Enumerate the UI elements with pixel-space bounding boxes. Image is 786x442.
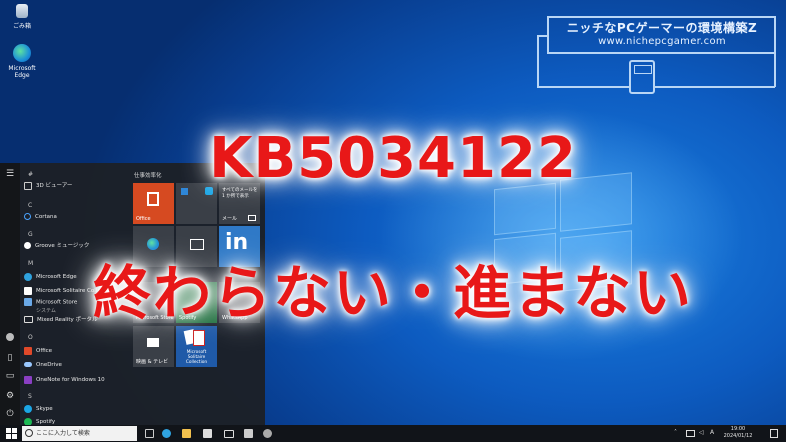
app-item-skype[interactable]: Skype [24, 403, 53, 415]
pictures-icon[interactable]: ▭ [5, 371, 15, 381]
app-label: OneDrive [36, 362, 62, 368]
tile-label: Microsoft Solitaire Collection [185, 350, 208, 365]
taskbar-search-box[interactable]: ここに入力して検索 [22, 426, 137, 441]
watermark-line [537, 35, 539, 87]
watermark-url: www.nichepcgamer.com [598, 36, 726, 47]
spotify-icon [24, 417, 32, 425]
app-icon[interactable] [263, 429, 272, 438]
document-icon[interactable]: ▯ [5, 353, 15, 363]
windows-start-icon[interactable] [6, 428, 17, 439]
app-list-header[interactable]: C [28, 202, 32, 209]
watermark-title: ニッチなPCゲーマーの環境構築Z [566, 21, 758, 35]
watermark-line [774, 54, 776, 87]
app-label: Cortana [35, 214, 57, 220]
system-tray: ˄ ◁ A 19:00 2024/01/12 [658, 425, 778, 442]
desktop-icon-edge[interactable]: Microsoft Edge [0, 44, 44, 79]
notification-icon[interactable] [770, 429, 778, 438]
volume-icon[interactable]: ◁ [699, 429, 704, 436]
search-placeholder: ここに入力して検索 [36, 430, 90, 437]
office-icon [24, 346, 32, 355]
edge-icon[interactable] [162, 429, 171, 438]
headline-update-id: KB5034122 [209, 126, 577, 191]
app-item-office[interactable]: Office [24, 345, 52, 357]
edge-icon [13, 44, 31, 62]
app-item-spotify[interactable]: Spotify [24, 416, 55, 425]
ime-indicator[interactable]: A [710, 429, 714, 436]
watermark-line [655, 86, 775, 88]
app-item-onedrive[interactable]: OneDrive [24, 359, 62, 371]
network-icon[interactable] [686, 430, 695, 437]
store-icon[interactable] [203, 429, 212, 438]
recycle-bin-icon [16, 4, 28, 18]
app-list-header[interactable]: S [28, 393, 32, 400]
desktop-icon-label: ごみ箱 [12, 23, 31, 30]
desktop-icon-label: Microsoft Edge [8, 65, 36, 79]
tile-solitaire[interactable]: Microsoft Solitaire Collection [176, 326, 217, 367]
tile-movies[interactable]: 映画 & テレビ [133, 326, 174, 367]
tile-label: メール [222, 216, 238, 222]
file-explorer-icon[interactable] [182, 429, 191, 438]
app-label: Skype [36, 406, 53, 412]
pc-icon [629, 60, 655, 94]
app-label: Office [36, 348, 53, 354]
app-item-cortana[interactable]: Cortana [24, 211, 57, 223]
clock-time: 19:00 [730, 426, 746, 432]
cards-icon [193, 330, 205, 346]
watermark-line [537, 86, 629, 88]
clock[interactable]: 19:00 2024/01/12 [718, 426, 758, 440]
search-icon [25, 429, 33, 437]
tray-chevron-icon[interactable]: ˄ [674, 429, 677, 436]
tile-label: Office [136, 216, 151, 222]
cortana-icon [24, 213, 31, 220]
skype-icon [24, 404, 32, 413]
headline-status: 終わらない・進まない [92, 259, 693, 327]
app-item-onenote[interactable]: OneNote for Windows 10 [24, 374, 105, 386]
tile-label: 映画 & テレビ [136, 359, 169, 365]
office-icon [147, 192, 159, 206]
camera-icon[interactable] [244, 429, 253, 438]
movies-icon [147, 338, 159, 347]
app-label: OneNote for Windows 10 [36, 377, 105, 383]
app-list-header[interactable]: G [28, 231, 33, 238]
task-view-icon[interactable] [145, 429, 154, 438]
mail-icon[interactable] [224, 430, 234, 438]
clock-date: 2024/01/12 [723, 433, 753, 439]
desktop-icon-recycle-bin[interactable]: ごみ箱 [0, 4, 44, 30]
site-watermark: ニッチなPCゲーマーの環境構築Z www.nichepcgamer.com [537, 16, 776, 100]
onedrive-icon [24, 362, 32, 367]
onenote-icon [24, 375, 32, 384]
app-list-header[interactable]: O [28, 334, 33, 341]
mail-icon [248, 215, 256, 221]
settings-gear-icon[interactable]: ⚙ [5, 391, 15, 401]
user-avatar-icon[interactable] [6, 333, 14, 341]
taskbar: ここに入力して検索 ˄ ◁ A 19:00 2024/01/12 [0, 425, 786, 442]
power-icon[interactable]: ⏻ [5, 409, 15, 419]
